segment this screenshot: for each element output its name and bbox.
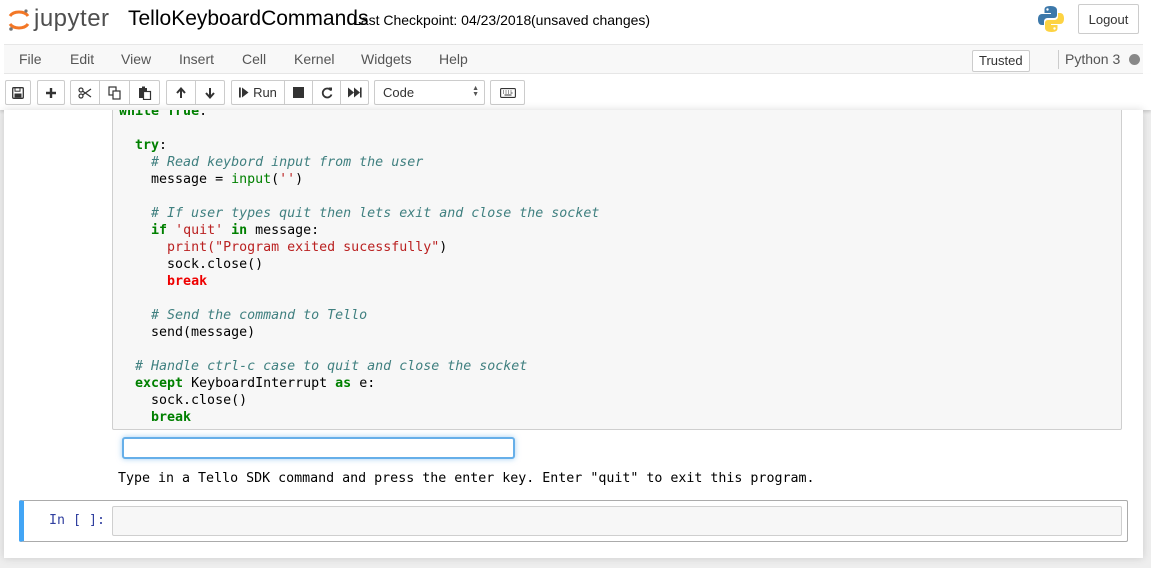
code-line: if 'quit' in message: [151, 223, 320, 238]
kernel-name[interactable]: Python 3 [1065, 45, 1120, 74]
jupyter-logo-text: jupyter [34, 5, 110, 32]
scissors-icon [78, 86, 92, 99]
insert-cell-button[interactable] [37, 80, 65, 105]
code-line: break [151, 410, 192, 425]
menu-view[interactable]: View [121, 45, 151, 74]
run-button[interactable]: Run [231, 80, 285, 105]
code-line: send(message) [119, 325, 256, 340]
save-icon [12, 86, 24, 99]
code-editor[interactable]: while True: try: # Read keybord input fr… [119, 110, 599, 426]
code-line: sock.close() [119, 393, 248, 408]
empty-code-cell[interactable]: In [ ]: [19, 500, 1128, 542]
restart-icon [321, 87, 333, 99]
cell-output-text: Type in a Tello SDK command and press th… [118, 471, 815, 486]
command-palette-button[interactable] [490, 80, 525, 105]
checkpoint-status: Last Checkpoint: 04/23/2018 [353, 12, 532, 28]
select-arrows-icon: ▲ ▼ [472, 85, 479, 98]
run-label: Run [253, 85, 277, 100]
restart-button[interactable] [312, 80, 341, 105]
code-line: except KeyboardInterrupt as e: [135, 376, 376, 391]
cell-type-select[interactable]: Code ▲ ▼ [374, 80, 485, 105]
run-icon [239, 87, 249, 98]
toolbar: Run [0, 74, 1151, 110]
code-line: sock.close() [119, 257, 264, 272]
menubar: File Edit View Insert Cell Kernel Widget… [4, 44, 1143, 74]
empty-cell-input[interactable] [112, 506, 1122, 536]
code-line: print("Program exited sucessfully") [167, 240, 448, 255]
keyboard-icon [499, 87, 516, 98]
code-line: # If user types quit then lets exit and … [151, 206, 600, 221]
stop-icon [293, 87, 304, 98]
code-line: # Handle ctrl-c case to quit and close t… [135, 359, 528, 374]
trusted-indicator[interactable]: Trusted [972, 50, 1030, 72]
menu-insert[interactable]: Insert [179, 45, 214, 74]
code-line: break [167, 274, 208, 289]
menu-cell[interactable]: Cell [242, 45, 266, 74]
move-down-button[interactable] [195, 80, 225, 105]
copy-button[interactable] [99, 80, 130, 105]
menu-help[interactable]: Help [439, 45, 468, 74]
cut-button[interactable] [70, 80, 100, 105]
menu-kernel[interactable]: Kernel [294, 45, 334, 74]
kernel-divider [1058, 50, 1059, 69]
cell-type-value: Code [383, 85, 415, 100]
kernel-status-icon [1129, 54, 1140, 65]
menu-edit[interactable]: Edit [70, 45, 94, 74]
notebook-container: while True: try: # Read keybord input fr… [4, 110, 1143, 558]
fast-forward-icon [347, 87, 362, 98]
code-line: while True: [119, 110, 208, 119]
arrow-up-icon [175, 86, 187, 99]
code-line: try: [135, 138, 168, 153]
interrupt-button[interactable] [284, 80, 313, 105]
jupyter-logo[interactable]: jupyter [8, 5, 110, 33]
menu-file[interactable]: File [19, 45, 42, 74]
plus-icon [45, 87, 57, 99]
autosave-status: (unsaved changes) [531, 12, 651, 28]
python-logo-icon [1036, 4, 1066, 34]
arrow-down-icon [204, 87, 216, 99]
code-line: # Read keybord input from the user [151, 155, 424, 170]
paste-button[interactable] [129, 80, 160, 105]
jupyter-logo-icon [8, 8, 30, 31]
stdin-input[interactable] [122, 437, 515, 459]
move-up-button[interactable] [166, 80, 196, 105]
menu-widgets[interactable]: Widgets [361, 45, 412, 74]
code-line: message = input('') [119, 172, 304, 187]
notebook-name[interactable]: TelloKeyboardCommands [128, 7, 368, 31]
code-line: # Send the command to Tello [151, 308, 368, 323]
save-button[interactable] [5, 80, 31, 105]
copy-icon [107, 85, 122, 100]
paste-icon [138, 86, 152, 100]
logout-button[interactable]: Logout [1078, 4, 1139, 34]
input-prompt: In [ ]: [49, 513, 106, 528]
run-all-button[interactable] [340, 80, 369, 105]
code-cell-input[interactable]: while True: try: # Read keybord input fr… [112, 110, 1122, 430]
